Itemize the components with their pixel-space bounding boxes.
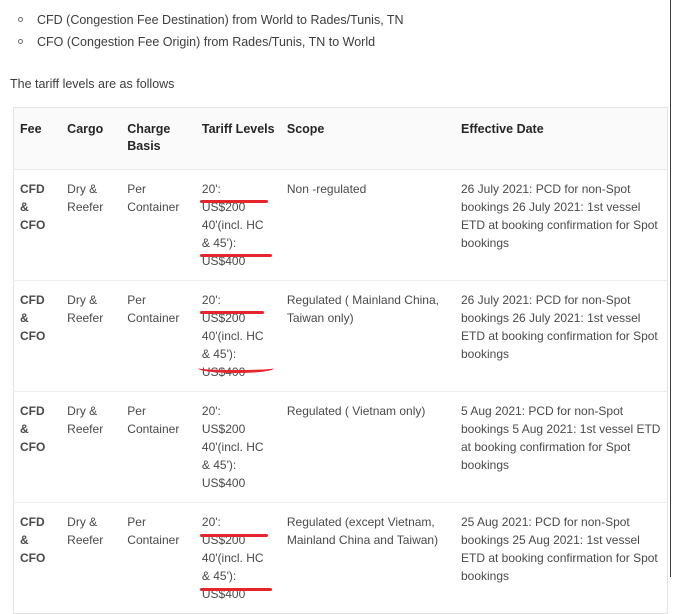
cell-effective-date: 5 Aug 2021: PCD for non-Spot bookings 5 … [454,391,668,503]
tariff-line: 40'(incl. HC [201,218,264,232]
cell-effective-date: 25 Aug 2021: PCD for non-Spot bookings 2… [454,502,668,614]
tariff-line: US$200 [201,200,246,214]
date-line: 5 Aug 2021: PCD for non-Spot [460,404,624,418]
fee-line: CFO [20,329,46,343]
date-line: booking confirmation for Spot [501,329,658,343]
date-line: booking confirmation for Spot [501,551,658,565]
cell-effective-date: 26 July 2021: PCD for non-Spot bookings … [454,280,668,392]
tariff-line: 20': [201,404,221,418]
tariff-line: US$400 [201,254,246,268]
tariff-line: 20': [201,182,221,196]
fee-line: CFD [20,515,45,529]
cell-tariff-levels: 20': US$200 40'(incl. HC & 45'): US$400 [195,391,281,503]
tariff-line: & 45'): [201,347,237,361]
bullet-circle-icon [18,39,23,44]
column-header-charge-basis: Charge Basis [121,107,196,170]
fee-line: CFO [20,218,46,232]
cell-charge-basis: Per Container [121,502,196,614]
fee-bullet-list: CFD (Congestion Fee Destination) from Wo… [0,9,676,53]
date-line: bookings [460,347,510,361]
table-row: CFD & CFO Dry & Reefer Per Container 20'… [14,170,668,281]
column-header-tariff-levels: Tariff Levels [195,107,281,170]
lead-paragraph: The tariff levels are as follows [10,77,175,91]
intro-section: CFD (Congestion Fee Destination) from Wo… [0,0,676,93]
cell-tariff-levels: 20': US$200 40'(incl. HC & 45'): US$400 [196,170,281,281]
date-line: bookings [460,533,510,547]
tariff-line: US$200 [201,533,246,547]
date-line: bookings [460,236,510,250]
tariff-line: 40'(incl. HC [201,551,264,565]
cell-scope: Regulated (except Vietnam, Mainland Chin… [280,502,455,614]
cell-scope: Non -regulated [286,182,367,196]
list-item: CFD (Congestion Fee Destination) from Wo… [0,9,676,31]
cell-effective-date: 26 July 2021: PCD for non-Spot bookings … [455,170,668,281]
fee-line: CFD [20,404,45,418]
tariff-line: 20': [201,515,221,529]
tariff-line: & 45'): [201,458,237,472]
tariff-line: 40'(incl. HC [201,329,264,343]
tariff-table-wrapper: Fee Cargo Charge Basis Tariff Levels Sco… [13,107,668,614]
page-right-edge [670,0,676,577]
fee-line: CFD [20,293,45,307]
cell-tariff-levels: 20': US$200 40'(incl. HC & 45'): US$400 [195,502,281,614]
table-row: CFD & CFO Dry & Reefer Per Container 20'… [13,391,668,503]
cell-cargo: Dry & Reefer [61,391,122,503]
cell-tariff-levels: 20': US$200 40'(incl. HC & 45'): US$400 [195,280,281,392]
date-line: 25 Aug 2021: PCD for non-Spot [460,515,630,529]
list-item-label: CFD (Congestion Fee Destination) from Wo… [37,13,404,27]
column-header-cargo: Cargo [61,107,122,170]
bullet-circle-icon [18,17,23,22]
date-line: 26 July 2021: PCD for non-Spot [460,182,631,196]
cell-fee: CFD & CFO [14,170,62,281]
date-line: bookings [460,422,510,436]
tariff-line: 20': [201,293,221,307]
tariff-line: US$400 [201,587,246,601]
table-header-row: Fee Cargo Charge Basis Tariff Levels Sco… [13,107,668,170]
cell-charge-basis: Per Container [127,182,180,214]
cell-cargo: Dry & Reefer [61,280,122,392]
list-item: CFO (Congestion Fee Origin) from Rades/T… [0,31,676,53]
column-header-fee: Fee [13,107,62,170]
table-body: CFD & CFO Dry & Reefer Per Container 20'… [13,170,668,614]
cell-fee: CFD & CFO [13,391,62,503]
fee-line: CFD [20,182,45,196]
table-row: CFD & CFO Dry & Reefer Per Container 20'… [13,280,668,392]
date-line: bookings [460,458,510,472]
date-line: 26 July 2021: PCD for non-Spot [460,293,631,307]
fee-line: CFO [20,440,46,454]
cell-fee: CFD & CFO [13,280,62,392]
table-row: CFD & CFO Dry & Reefer Per Container 20'… [13,502,668,614]
cell-charge-basis: Per Container [121,280,196,392]
date-line: booking confirmation for Spot [501,218,658,232]
cell-fee: CFD & CFO [13,502,62,614]
date-line: bookings [460,569,510,583]
column-header-scope: Scope [280,107,455,170]
tariff-table: Fee Cargo Charge Basis Tariff Levels Sco… [13,107,668,614]
fee-line: & [20,422,29,436]
date-line: bookings [460,200,510,214]
tariff-line: & 45'): [201,569,237,583]
fee-line: CFO [20,551,46,565]
tariff-line: & 45'): [201,236,237,250]
tariff-line: 40'(incl. HC [201,440,264,454]
tariff-line: US$200 [201,311,246,325]
list-item-label: CFO (Congestion Fee Origin) from Rades/T… [37,35,376,49]
fee-line: & [20,200,29,214]
column-header-effective-date: Effective Date [454,107,668,170]
date-line: bookings [460,311,510,325]
cell-charge-basis: Per Container [121,391,196,503]
date-line: booking confirmation for Spot [474,440,631,454]
fee-line: & [20,311,29,325]
cell-scope: Regulated ( Mainland China, Taiwan only) [280,280,455,392]
page-root: CFD (Congestion Fee Destination) from Wo… [0,0,676,614]
tariff-line: US$400 [201,476,246,490]
cell-scope: Regulated ( Vietnam only) [280,391,455,503]
cell-cargo: Dry & Reefer [67,182,104,214]
tariff-line: US$200 [201,422,246,436]
fee-line: & [20,533,29,547]
table-header: Fee Cargo Charge Basis Tariff Levels Sco… [13,107,668,170]
tariff-line: US$400 [201,365,246,379]
cell-cargo: Dry & Reefer [61,502,122,614]
